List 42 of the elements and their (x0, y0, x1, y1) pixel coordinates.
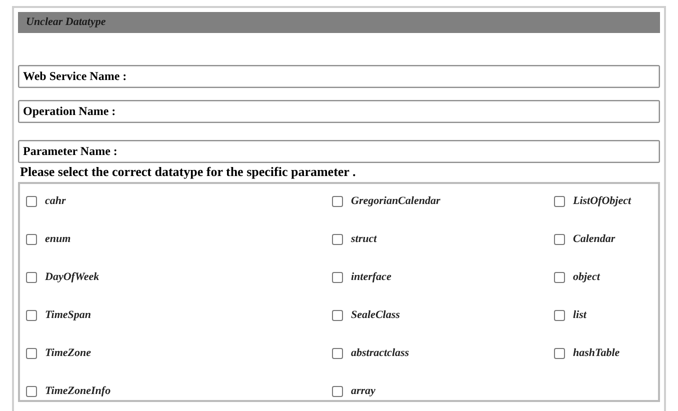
option-label: array (351, 384, 376, 398)
option-label: list (573, 308, 586, 322)
checkbox[interactable] (26, 348, 37, 359)
checkbox[interactable] (332, 310, 343, 321)
input-field[interactable]: Operation Name : (18, 100, 660, 123)
option-label: GregorianCalendar (351, 194, 440, 208)
input-field[interactable]: Web Service Name : (18, 65, 660, 88)
option-label: DayOfWeek (45, 270, 100, 284)
field-label: Web Service Name : (23, 69, 127, 83)
option-label: TimeZone (45, 346, 92, 360)
option-label: Calendar (573, 232, 616, 246)
checkbox[interactable] (332, 386, 343, 397)
checkbox[interactable] (554, 272, 565, 283)
checkbox[interactable] (554, 196, 565, 207)
option-label: ListOfObject (573, 194, 632, 208)
option-label: cahr (45, 194, 66, 208)
option-label: abstractclass (351, 346, 410, 360)
field-label: Operation Name : (23, 104, 116, 118)
checkbox[interactable] (26, 310, 37, 321)
checkbox[interactable] (26, 386, 37, 397)
option-label: SealeClass (351, 308, 400, 322)
checkbox[interactable] (554, 348, 565, 359)
option-label: struct (351, 232, 377, 246)
option-label: enum (45, 232, 71, 246)
option-label: object (573, 270, 600, 284)
checkbox[interactable] (332, 234, 343, 245)
checkbox[interactable] (26, 234, 37, 245)
checkbox[interactable] (332, 272, 343, 283)
checkbox[interactable] (332, 196, 343, 207)
checkbox[interactable] (26, 196, 37, 207)
instruction-text: Please select the correct datatype for the specific parameter . (19, 164, 357, 180)
checkbox[interactable] (26, 272, 37, 283)
option-label: TimeZoneInfo (45, 384, 111, 398)
panel-title: Unclear Datatype (18, 12, 660, 33)
checkbox[interactable] (554, 310, 565, 321)
option-label: hashTable (573, 346, 620, 360)
input-field[interactable]: Parameter Name : (18, 140, 660, 163)
option-label: TimeSpan (45, 308, 92, 322)
checkbox[interactable] (332, 348, 343, 359)
option-label: interface (351, 270, 392, 284)
checkbox[interactable] (554, 234, 565, 245)
field-label: Parameter Name : (23, 144, 118, 158)
